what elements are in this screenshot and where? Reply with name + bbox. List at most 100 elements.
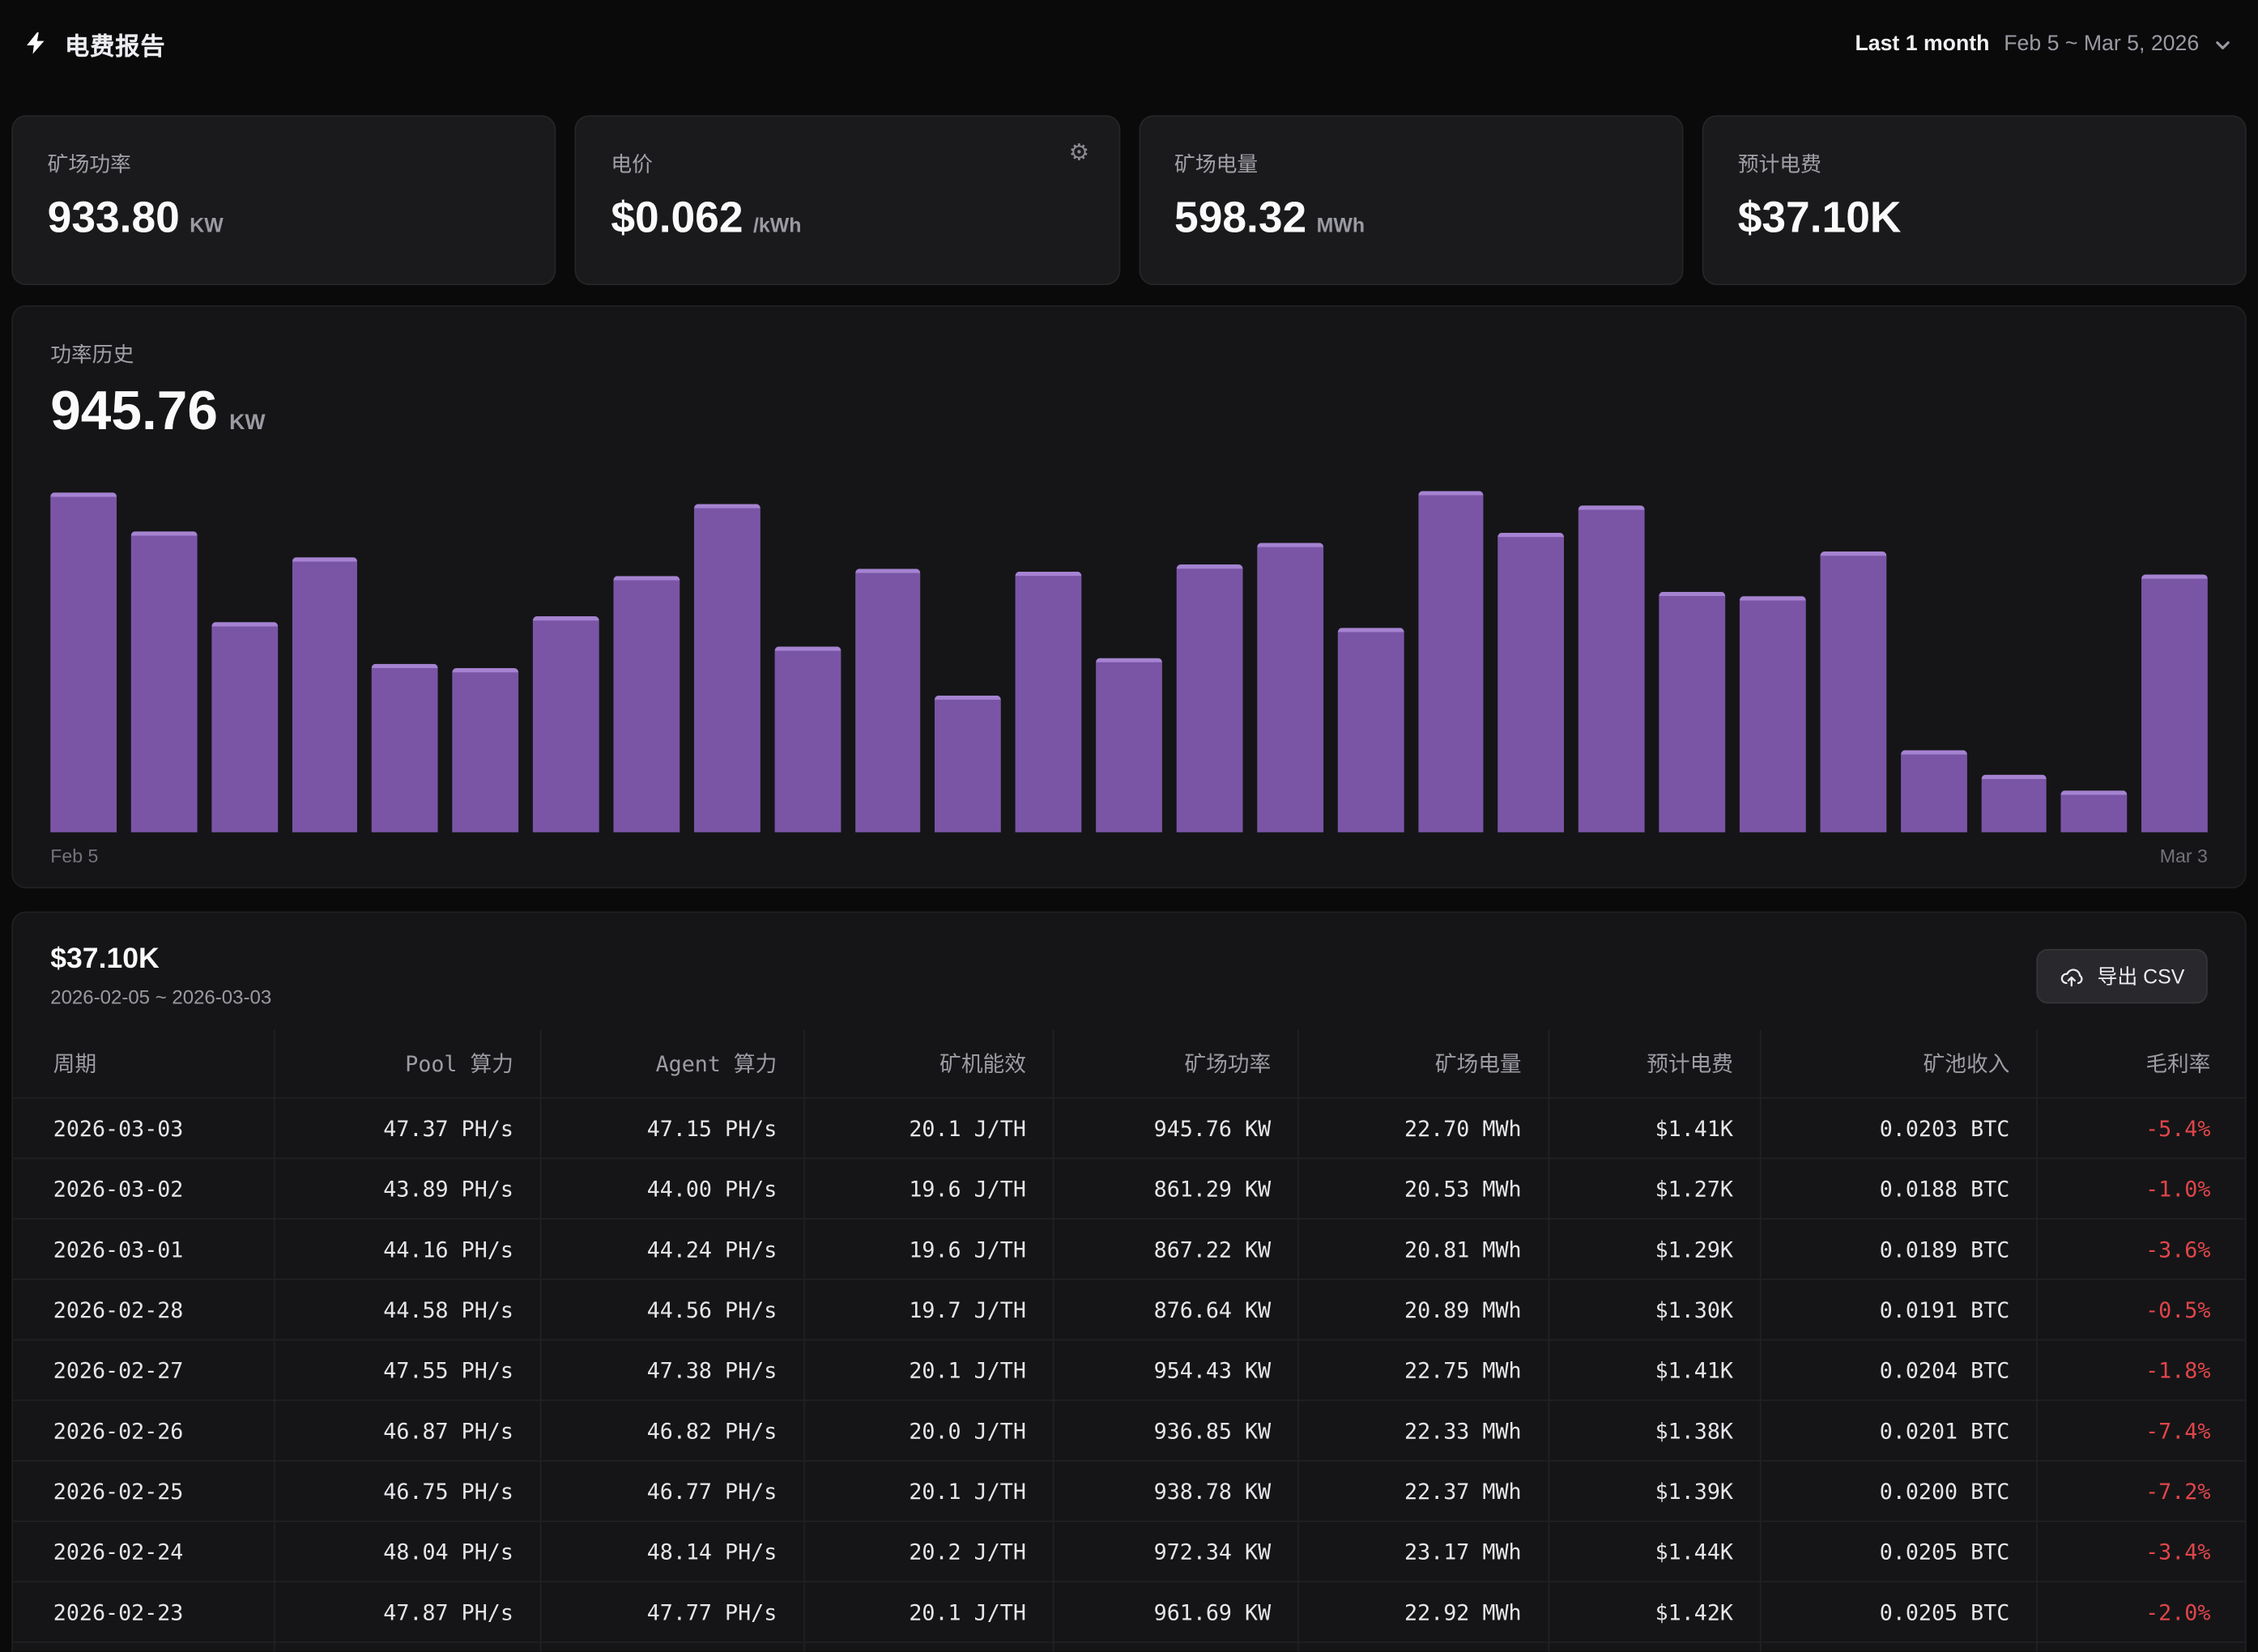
chart-x-axis: Feb 5 Mar 3 [50, 845, 2208, 866]
cell-value: 46.87 PH/s [274, 1400, 540, 1461]
cell-value: 46.77 PH/s [540, 1461, 803, 1522]
chart-bar [292, 557, 358, 832]
cell-value: $1.30K [1548, 1279, 1759, 1340]
cell-value: 22.70 MWh [1297, 1098, 1548, 1159]
cell-value: 876.64 KW [1053, 1279, 1297, 1340]
table-row: 2026-02-2448.04 PH/s48.14 PH/s20.2 J/TH9… [13, 1522, 2247, 1582]
stat-value: $37.10K [1738, 198, 2211, 241]
table-row: 2026-03-0243.89 PH/s44.00 PH/s19.6 J/TH8… [13, 1158, 2247, 1219]
cell-empty [274, 1642, 540, 1652]
table-row: 2026-02-2646.87 PH/s46.82 PH/s20.0 J/TH9… [13, 1400, 2247, 1461]
cell-period: 2026-02-24 [13, 1522, 274, 1582]
cell-value: 0.0191 BTC [1760, 1279, 2036, 1340]
cell-value: 44.16 PH/s [274, 1219, 540, 1279]
table-row: 2026-02-2747.55 PH/s47.38 PH/s20.1 J/TH9… [13, 1340, 2247, 1401]
column-header: 矿场功率 [1053, 1029, 1297, 1097]
chart-bar [2142, 574, 2209, 832]
chart-bar [1981, 775, 2047, 832]
daily-report-panel: $37.10K 2026-02-05 ~ 2026-03-03 导出 CSV 周… [11, 912, 2247, 1652]
cell-value: 22.75 MWh [1297, 1340, 1548, 1401]
column-header: 周期 [13, 1029, 274, 1097]
cell-empty [1760, 1642, 2036, 1652]
cell-value: 23.17 MWh [1297, 1522, 1548, 1582]
cell-value: 20.1 J/TH [803, 1098, 1053, 1159]
date-range-picker[interactable]: Last 1 month Feb 5 ~ Mar 5, 2026 [1852, 23, 2235, 65]
cell-value: -3.4% [2036, 1522, 2247, 1582]
column-header: 预计电费 [1548, 1029, 1759, 1097]
daily-report-table: 周期Pool 算力Agent 算力矿机能效矿场功率矿场电量预计电费矿池收入毛利率… [13, 1029, 2247, 1651]
cell-empty [1053, 1642, 1297, 1652]
cell-value: -1.0% [2036, 1158, 2247, 1219]
cell-value: 48.14 PH/s [540, 1522, 803, 1582]
cell-value: 954.43 KW [1053, 1340, 1297, 1401]
stat-value: 598.32MWh [1174, 198, 1647, 241]
column-header: 矿机能效 [803, 1029, 1053, 1097]
table-panel-summary: $37.10K 2026-02-05 ~ 2026-03-03 [50, 943, 271, 1008]
cell-value: 20.81 MWh [1297, 1219, 1548, 1279]
chart-bar [1016, 571, 1082, 832]
table-row: 2026-03-0144.16 PH/s44.24 PH/s19.6 J/TH8… [13, 1219, 2247, 1279]
cell-value: 20.53 MWh [1297, 1158, 1548, 1219]
cell-value: 0.0188 BTC [1760, 1158, 2036, 1219]
cell-value: -7.2% [2036, 1461, 2247, 1522]
cell-value: -2.0% [2036, 1582, 2247, 1642]
cell-value: 0.0204 BTC [1760, 1340, 2036, 1401]
stat-value: 933.80KW [48, 198, 521, 241]
chart-bar [131, 530, 198, 832]
chart-current-number: 945.76 [50, 381, 218, 442]
cell-value: 0.0189 BTC [1760, 1219, 2036, 1279]
cell-period: 2026-02-27 [13, 1340, 274, 1401]
cell-empty [1548, 1642, 1759, 1652]
chart-bar [774, 645, 841, 832]
chart-bar [453, 667, 519, 832]
export-csv-label: 导出 CSV [2097, 962, 2184, 991]
cell-value: 47.37 PH/s [274, 1098, 540, 1159]
date-range-label: Last 1 month [1855, 31, 1989, 55]
column-header: 矿场电量 [1297, 1029, 1548, 1097]
cell-period: 2026-02-26 [13, 1400, 274, 1461]
cell-value: 44.56 PH/s [540, 1279, 803, 1340]
chart-bar [211, 621, 278, 832]
cell-value: 20.2 J/TH [803, 1522, 1053, 1582]
cell-value: $1.27K [1548, 1158, 1759, 1219]
chart-current-value: 945.76KW [50, 380, 2208, 445]
cell-value: 47.55 PH/s [274, 1340, 540, 1401]
table-row-partial [13, 1642, 2247, 1652]
stat-unit: MWh [1317, 213, 1365, 236]
chart-bar [2061, 790, 2128, 832]
cell-value: 20.1 J/TH [803, 1582, 1053, 1642]
cell-value: 22.37 MWh [1297, 1461, 1548, 1522]
export-csv-button[interactable]: 导出 CSV [2037, 949, 2208, 1004]
table-row: 2026-03-0347.37 PH/s47.15 PH/s20.1 J/TH9… [13, 1098, 2247, 1159]
chart-bar [1659, 592, 1726, 832]
chart-bar [50, 492, 117, 832]
chart-bar [1337, 628, 1404, 832]
cell-value: -0.5% [2036, 1279, 2247, 1340]
stat-number: $0.062 [611, 194, 743, 242]
x-axis-end-label: Mar 3 [2160, 845, 2208, 866]
cell-value: $1.41K [1548, 1340, 1759, 1401]
chart-bar [1096, 658, 1162, 832]
cell-value: 20.1 J/TH [803, 1340, 1053, 1401]
chart-bar [373, 663, 439, 832]
cell-period: 2026-03-02 [13, 1158, 274, 1219]
stat-card-electricity-price: 电价 $0.062/kWh ⚙ [575, 115, 1120, 285]
cell-value: 44.24 PH/s [540, 1219, 803, 1279]
cell-value: 48.04 PH/s [274, 1522, 540, 1582]
cell-value: 19.6 J/TH [803, 1219, 1053, 1279]
cell-value: $1.44K [1548, 1522, 1759, 1582]
total-fee: $37.10K [50, 943, 271, 977]
chart-bar [1257, 542, 1323, 832]
stat-label: 电价 [611, 148, 1084, 178]
gear-icon[interactable]: ⚙ [1063, 137, 1096, 172]
header-left: 电费报告 [23, 25, 165, 61]
page-title: 电费报告 [65, 25, 165, 61]
cell-value: $1.39K [1548, 1461, 1759, 1522]
cell-value: 47.87 PH/s [274, 1582, 540, 1642]
cell-empty [13, 1642, 274, 1652]
stat-number: 598.32 [1174, 194, 1306, 242]
stat-cards-row: 矿场功率 933.80KW 电价 $0.062/kWh ⚙ 矿场电量 598.3… [0, 87, 2258, 285]
stat-number: 933.80 [48, 194, 180, 242]
cell-value: 46.82 PH/s [540, 1400, 803, 1461]
column-header: Agent 算力 [540, 1029, 803, 1097]
